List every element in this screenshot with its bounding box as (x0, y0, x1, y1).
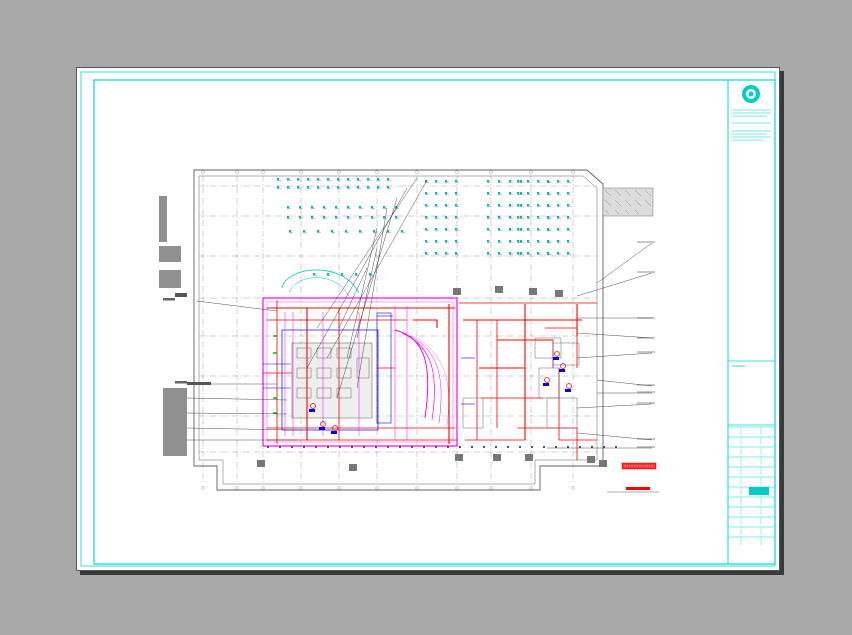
annotation-leaders (163, 177, 655, 449)
fixture-cluster (277, 178, 571, 276)
left-legend (159, 196, 211, 456)
outer-frame (80, 71, 776, 567)
inner-frame (93, 79, 776, 565)
ramp-curve (281, 269, 360, 294)
floor-plan-canvas[interactable] (77, 68, 779, 570)
title-block (727, 80, 775, 564)
column-grid (199, 170, 597, 490)
drawing-sheet (76, 67, 780, 571)
pipe-legend (607, 462, 659, 493)
north-hatch-icon (602, 187, 654, 217)
